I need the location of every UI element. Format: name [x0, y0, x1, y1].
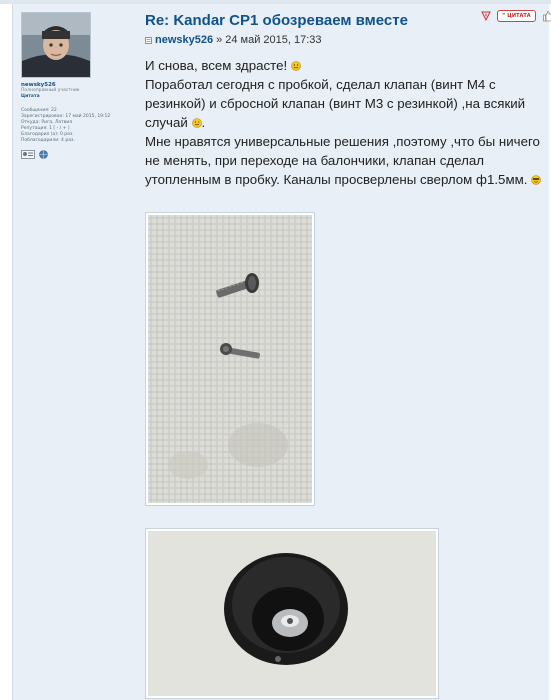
- screws-photo-image: [148, 215, 312, 503]
- avatar[interactable]: [21, 12, 91, 78]
- post-line-2-tail: .: [201, 115, 206, 130]
- cap-photo[interactable]: [145, 528, 439, 699]
- profile-stats: Сообщения: 22 Зарегистрирован: 17 май 20…: [21, 108, 131, 144]
- cool-icon: [531, 175, 541, 185]
- post-line-3-text: Мне нравятся универсальные решения ,поэт…: [145, 134, 540, 187]
- post-title[interactable]: Re: Kandar CP1 обозреваем вместе: [145, 12, 408, 29]
- post-line-3: Мне нравятся универсальные решения ,поэт…: [145, 132, 545, 189]
- post-meta: newsky526 » 24 май 2015, 17:33: [145, 34, 322, 46]
- contact-icons: [21, 150, 131, 159]
- quote-label: ЦИТАТА: [507, 13, 531, 19]
- quote-icon: “: [502, 13, 506, 19]
- post-line-1-text: И снова, всем здрасте!: [145, 58, 288, 73]
- post-line-2: Поработал сегодня с пробкой, сделал клап…: [145, 75, 545, 132]
- report-icon[interactable]: [481, 11, 491, 21]
- post-date: 24 май 2015, 17:33: [225, 34, 322, 46]
- post-author[interactable]: newsky526: [155, 34, 213, 46]
- cap-photo-image: [148, 531, 436, 696]
- quote-button[interactable]: “ ЦИТАТА: [497, 10, 536, 22]
- pm-icon[interactable]: [21, 150, 35, 159]
- website-icon[interactable]: [39, 150, 48, 159]
- post-line-1: И снова, всем здрасте!: [145, 56, 545, 75]
- stat-thanks-received[interactable]: Поблагодарили: 4 раз.: [21, 138, 131, 144]
- profile-group[interactable]: Цитата: [21, 94, 131, 100]
- screws-photo[interactable]: [145, 212, 315, 506]
- wink-icon: [191, 118, 202, 128]
- thumbs-up-icon[interactable]: [542, 10, 551, 22]
- forum-post: newsky526 Полноправный участник Цитата С…: [12, 4, 551, 700]
- post-tools: “ ЦИТАТА: [481, 10, 551, 22]
- post-content: И снова, всем здрасте! Поработал сегодня…: [145, 56, 545, 189]
- post-profile: newsky526 Полноправный участник Цитата С…: [21, 12, 131, 159]
- date-separator: »: [216, 34, 223, 46]
- post-icon: [145, 36, 152, 44]
- smile-icon: [291, 61, 301, 71]
